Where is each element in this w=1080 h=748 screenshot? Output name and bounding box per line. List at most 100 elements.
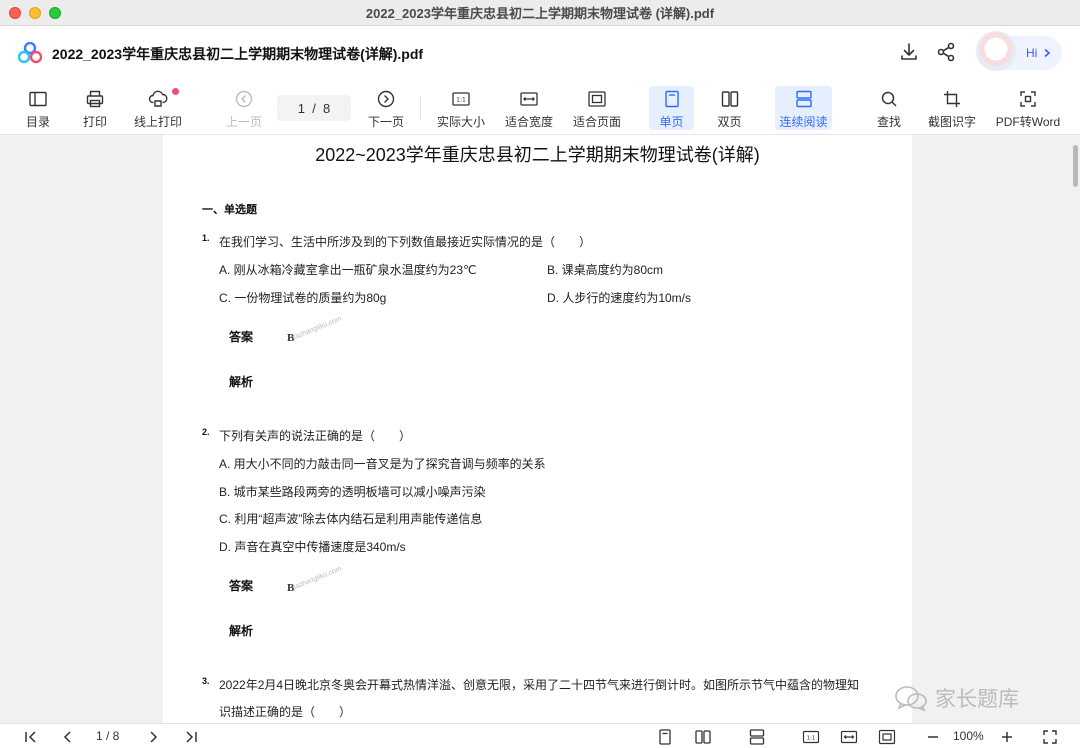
- fit-page-icon: [588, 91, 606, 107]
- question-number: 3.: [202, 676, 210, 686]
- fit-width-icon[interactable]: [840, 728, 858, 746]
- option-c: C. 利用“超声波”除去体内结石是利用声能传递信息: [219, 512, 483, 526]
- pdf-to-word-label: PDF转Word: [995, 115, 1061, 129]
- double-page-button[interactable]: 双页: [707, 86, 752, 130]
- app-header: 2022_2023学年重庆忠县初二上学期期末物理试卷(详解).pdf Hi: [0, 26, 1080, 80]
- chevron-right-icon: [1044, 48, 1051, 58]
- screenshot-ocr-label: 截图识字: [927, 115, 976, 129]
- document-viewer[interactable]: 2022~2023学年重庆忠县初二上学期期末物理试卷(详解) 一、单选题 1. …: [0, 135, 1080, 723]
- close-window-button[interactable]: [9, 7, 21, 19]
- actual-size-label: 实际大小: [436, 115, 485, 129]
- section-heading: 一、单选题: [202, 204, 257, 216]
- question-text: 在我们学习、生活中所涉及到的下列数值最接近实际情况的是（ ）: [219, 235, 592, 249]
- arrow-left-circle-icon: [235, 90, 253, 108]
- analysis-label: 解析: [229, 375, 254, 389]
- option-a: A. 用大小不同的力敲击同一音叉是为了探究音调与频率的关系: [219, 457, 546, 471]
- fit-width-label: 适合宽度: [504, 115, 553, 129]
- continuous-reading-button[interactable]: 连续阅读: [775, 86, 832, 130]
- prev-page-icon[interactable]: [59, 728, 77, 746]
- last-page-icon[interactable]: [182, 728, 200, 746]
- title-bar: 2022_2023学年重庆忠县初二上学期期末物理试卷 (详解).pdf: [0, 0, 1080, 26]
- double-page-icon: [721, 91, 738, 107]
- svg-text:1:1: 1:1: [807, 736, 816, 742]
- answer-label: 答案: [229, 330, 254, 344]
- option-d: D. 人步行的速度约为10m/s: [547, 291, 692, 305]
- pdf-reader-window: 2022_2023学年重庆忠县初二上学期期末物理试卷 (详解).pdf 2022…: [0, 0, 1080, 748]
- minimize-window-button[interactable]: [29, 7, 41, 19]
- next-page-icon[interactable]: [144, 728, 162, 746]
- single-page-icon[interactable]: [656, 728, 674, 746]
- screenshot-ocr-button[interactable]: 截图识字: [926, 86, 978, 130]
- find-button[interactable]: 查找: [870, 86, 908, 130]
- share-icon[interactable]: [935, 41, 957, 63]
- online-print-label: 线上打印: [133, 115, 182, 129]
- single-page-icon: [664, 90, 679, 108]
- actual-size-icon: 1:1: [452, 92, 470, 106]
- download-icon[interactable]: [898, 41, 920, 63]
- window-controls: [9, 7, 61, 19]
- option-a: A. 刚从冰箱冷藏室拿出一瓶矿泉水温度约为23℃: [219, 263, 477, 277]
- watermark: jiazhangtiku.com: [291, 565, 343, 592]
- fit-page-button[interactable]: 适合页面: [571, 86, 623, 130]
- fullscreen-icon[interactable]: [1041, 728, 1059, 746]
- question-text-continued: 识描述正确的是（ ）: [219, 705, 352, 719]
- page-number-input[interactable]: [277, 95, 351, 121]
- app-logo-icon: [18, 42, 42, 64]
- assistant-hi-button[interactable]: Hi: [976, 31, 1062, 71]
- single-page-label: 单页: [659, 115, 684, 129]
- zoom-level[interactable]: 100%: [953, 729, 984, 743]
- status-bar: 1 / 8 1:1 100%: [0, 723, 1080, 748]
- wechat-watermark: 家长题库: [893, 680, 1019, 716]
- question-number: 1.: [202, 233, 210, 243]
- first-page-icon[interactable]: [22, 728, 40, 746]
- single-page-button[interactable]: 单页: [649, 86, 694, 130]
- toc-label: 目录: [25, 115, 50, 129]
- fit-page-label: 适合页面: [572, 115, 621, 129]
- option-b: B. 城市某些路段两旁的透明板墙可以减小噪声污染: [219, 485, 486, 499]
- status-page-indicator[interactable]: 1 / 8: [96, 729, 119, 743]
- wechat-watermark-text: 家长题库: [935, 687, 1019, 711]
- svg-text:1:1: 1:1: [456, 97, 466, 104]
- find-label: 查找: [876, 115, 901, 129]
- fit-width-button[interactable]: 适合宽度: [503, 86, 555, 130]
- prev-page-label: 上一页: [225, 115, 262, 129]
- print-button[interactable]: 打印: [77, 86, 113, 130]
- convert-icon: [1020, 91, 1036, 107]
- question-text: 2022年2月4日晚北京冬奥会开幕式热情洋溢、创意无限，采用了二十四节气来进行倒…: [219, 678, 860, 692]
- option-b: B. 课桌高度约为80cm: [547, 263, 664, 277]
- double-page-label: 双页: [717, 115, 742, 129]
- actual-size-button[interactable]: 1:1 实际大小: [434, 86, 488, 130]
- answer-label: 答案: [229, 579, 254, 593]
- pdf-page: 2022~2023学年重庆忠县初二上学期期末物理试卷(详解) 一、单选题 1. …: [163, 135, 912, 723]
- analysis-label: 解析: [229, 624, 254, 638]
- wechat-icon: [895, 686, 927, 712]
- toolbar: 目录 打印 线上打印 上一页 下一页 1:1 实际大小 适合宽度 适合页面 单页…: [0, 80, 1080, 135]
- window-title: 2022_2023学年重庆忠县初二上学期期末物理试卷 (详解).pdf: [365, 6, 715, 21]
- fit-page-icon[interactable]: [878, 728, 896, 746]
- maximize-window-button[interactable]: [49, 7, 61, 19]
- fit-width-icon: [520, 92, 538, 106]
- actual-size-icon[interactable]: 1:1: [802, 728, 820, 746]
- next-page-button[interactable]: 下一页: [364, 86, 408, 130]
- continuous-reading-label: 连续阅读: [779, 115, 828, 129]
- page-title: 2022~2023学年重庆忠县初二上学期期末物理试卷(详解): [315, 145, 760, 165]
- double-page-icon[interactable]: [694, 728, 712, 746]
- arrow-right-circle-icon: [377, 90, 395, 108]
- option-c: C. 一份物理试卷的质量约为80g: [219, 291, 387, 305]
- question-text: 下列有关声的说法正确的是（ ）: [219, 429, 412, 443]
- zoom-in-icon[interactable]: [998, 728, 1016, 746]
- vertical-scrollbar[interactable]: [1073, 145, 1078, 187]
- question-number: 2.: [202, 427, 210, 437]
- continuous-reading-icon[interactable]: [748, 728, 766, 746]
- toc-icon: [29, 91, 47, 107]
- prev-page-button[interactable]: 上一页: [222, 86, 266, 130]
- pdf-to-word-button[interactable]: PDF转Word: [994, 86, 1062, 130]
- next-page-label: 下一页: [367, 115, 404, 129]
- cloud-printer-icon: [148, 90, 168, 107]
- toc-button[interactable]: 目录: [20, 86, 56, 130]
- print-label: 打印: [82, 115, 107, 129]
- option-d: D. 声音在真空中传播速度是340m/s: [219, 540, 406, 554]
- zoom-out-icon[interactable]: [924, 728, 942, 746]
- assistant-hi-label: Hi: [1026, 46, 1038, 60]
- document-title: 2022_2023学年重庆忠县初二上学期期末物理试卷(详解).pdf: [52, 46, 424, 62]
